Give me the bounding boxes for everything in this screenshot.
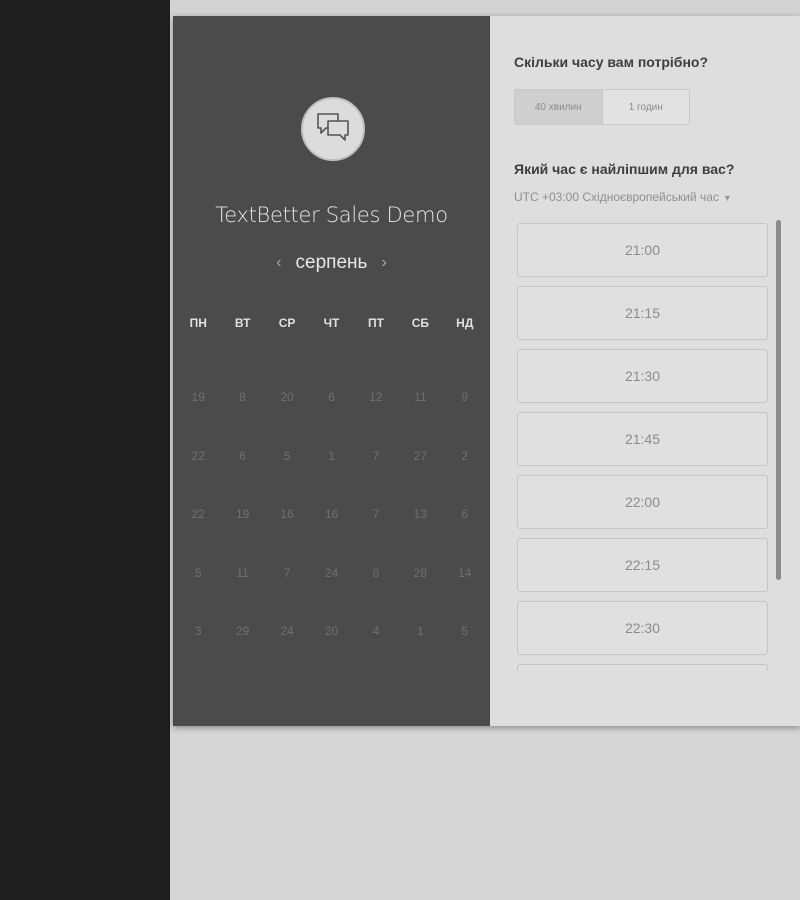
time-slot-button[interactable] xyxy=(517,664,768,671)
weekday-label: НД xyxy=(456,316,474,330)
caret-down-icon: ▼ xyxy=(722,193,732,203)
dark-sidebar xyxy=(0,0,170,900)
event-title: TextBetter Sales Demo xyxy=(215,203,448,227)
time-slot-button[interactable]: 21:45 xyxy=(517,412,768,466)
duration-selector: 40 хвилин 1 годин xyxy=(514,89,690,125)
calendar-panel: TextBetter Sales Demo ‹ серпень › ПН ВТ … xyxy=(173,16,490,726)
timezone-label: UTC +03:00 Східноєвропейський час xyxy=(514,190,719,204)
calendar-day: 5 xyxy=(461,624,469,638)
calendar-day: 9 xyxy=(461,390,469,404)
time-slot-button[interactable]: 21:30 xyxy=(517,349,768,403)
calendar-day: 22 xyxy=(191,507,205,521)
calendar-day: 5 xyxy=(283,448,291,463)
calendar-day: 29 xyxy=(235,624,250,638)
calendar-day: 7 xyxy=(283,565,291,580)
calendar-day: 24 xyxy=(280,624,294,638)
calendar-day: 1 xyxy=(328,448,335,463)
calendar-day: 24 xyxy=(324,565,339,580)
calendar-day: 7 xyxy=(372,507,380,521)
calendar-day: 4 xyxy=(372,624,380,638)
duration-option-60[interactable]: 1 годин xyxy=(601,90,689,124)
chat-bubbles-icon xyxy=(316,112,350,147)
calendar-day: 11 xyxy=(414,390,427,404)
timezone-selector[interactable]: UTC +03:00 Східноєвропейський час ▼ xyxy=(514,190,732,204)
calendar-day: 5 xyxy=(194,565,202,580)
time-slot-button[interactable]: 21:15 xyxy=(517,286,768,340)
calendar-day: 20 xyxy=(324,624,339,638)
top-bar xyxy=(170,0,800,16)
calendar-day: 16 xyxy=(280,507,294,521)
event-avatar xyxy=(301,97,365,161)
calendar-day: 16 xyxy=(324,507,339,521)
weekday-label: ЧТ xyxy=(323,316,340,330)
calendar-day: 20 xyxy=(280,390,294,404)
calendar-day: 6 xyxy=(239,448,246,463)
weekday-label: СБ xyxy=(411,316,429,330)
calendar-day: 8 xyxy=(372,565,380,580)
time-slot-list: 21:00 21:15 21:30 21:45 22:00 22:15 22:30 xyxy=(517,223,769,671)
calendar-day: 7 xyxy=(372,448,380,463)
month-label: серпень xyxy=(295,252,368,273)
month-navigation: ‹ серпень › xyxy=(173,252,490,274)
time-slot-button[interactable]: 22:15 xyxy=(517,538,768,592)
weekday-label: ПН xyxy=(189,316,207,330)
calendar-day: 2 xyxy=(461,448,469,463)
weekday-label: ПТ xyxy=(367,316,384,330)
calendar-day: 13 xyxy=(413,507,428,521)
time-slot-button[interactable]: 21:00 xyxy=(517,223,768,277)
weekday-label: ВТ xyxy=(234,316,251,330)
calendar-day: 19 xyxy=(191,390,205,404)
time-selection-panel: Скільки часу вам потрібно? 40 хвилин 1 г… xyxy=(490,16,800,726)
weekday-label: СР xyxy=(278,316,296,330)
slot-list-scrollbar[interactable] xyxy=(776,220,781,580)
duration-question: Скільки часу вам потрібно? xyxy=(514,54,709,70)
weekday-header: ПН ВТ СР ЧТ ПТ СБ НД xyxy=(176,316,487,330)
calendar-day: 6 xyxy=(328,390,335,404)
calendar-day: 14 xyxy=(458,565,472,580)
calendar-day: 27 xyxy=(413,448,428,463)
time-question: Який час є найліпшим для вас? xyxy=(514,161,735,177)
calendar-day: 11 xyxy=(236,565,249,580)
calendar-day: 1 xyxy=(417,624,424,638)
scheduling-widget: TextBetter Sales Demo ‹ серпень › ПН ВТ … xyxy=(173,16,800,726)
calendar-day: 19 xyxy=(235,507,250,521)
calendar-day: 6 xyxy=(461,507,469,521)
calendar-day: 12 xyxy=(369,390,383,404)
prev-month-button[interactable]: ‹ xyxy=(276,254,281,272)
calendar-day: 28 xyxy=(413,565,428,580)
next-month-button[interactable]: › xyxy=(381,254,386,272)
calendar-day-grid: 19 8 20 6 12 11 9 22 6 5 1 7 27 2 22 19 16 16 7 13 6 5 11 7 24 8 2… xyxy=(176,390,487,683)
duration-option-40[interactable]: 40 хвилин xyxy=(515,90,602,124)
calendar-day: 3 xyxy=(194,624,202,638)
time-slot-button[interactable]: 22:00 xyxy=(517,475,768,529)
calendar-day: 8 xyxy=(239,390,246,404)
time-slot-button[interactable]: 22:30 xyxy=(517,601,768,655)
calendar-day: 22 xyxy=(191,448,205,463)
